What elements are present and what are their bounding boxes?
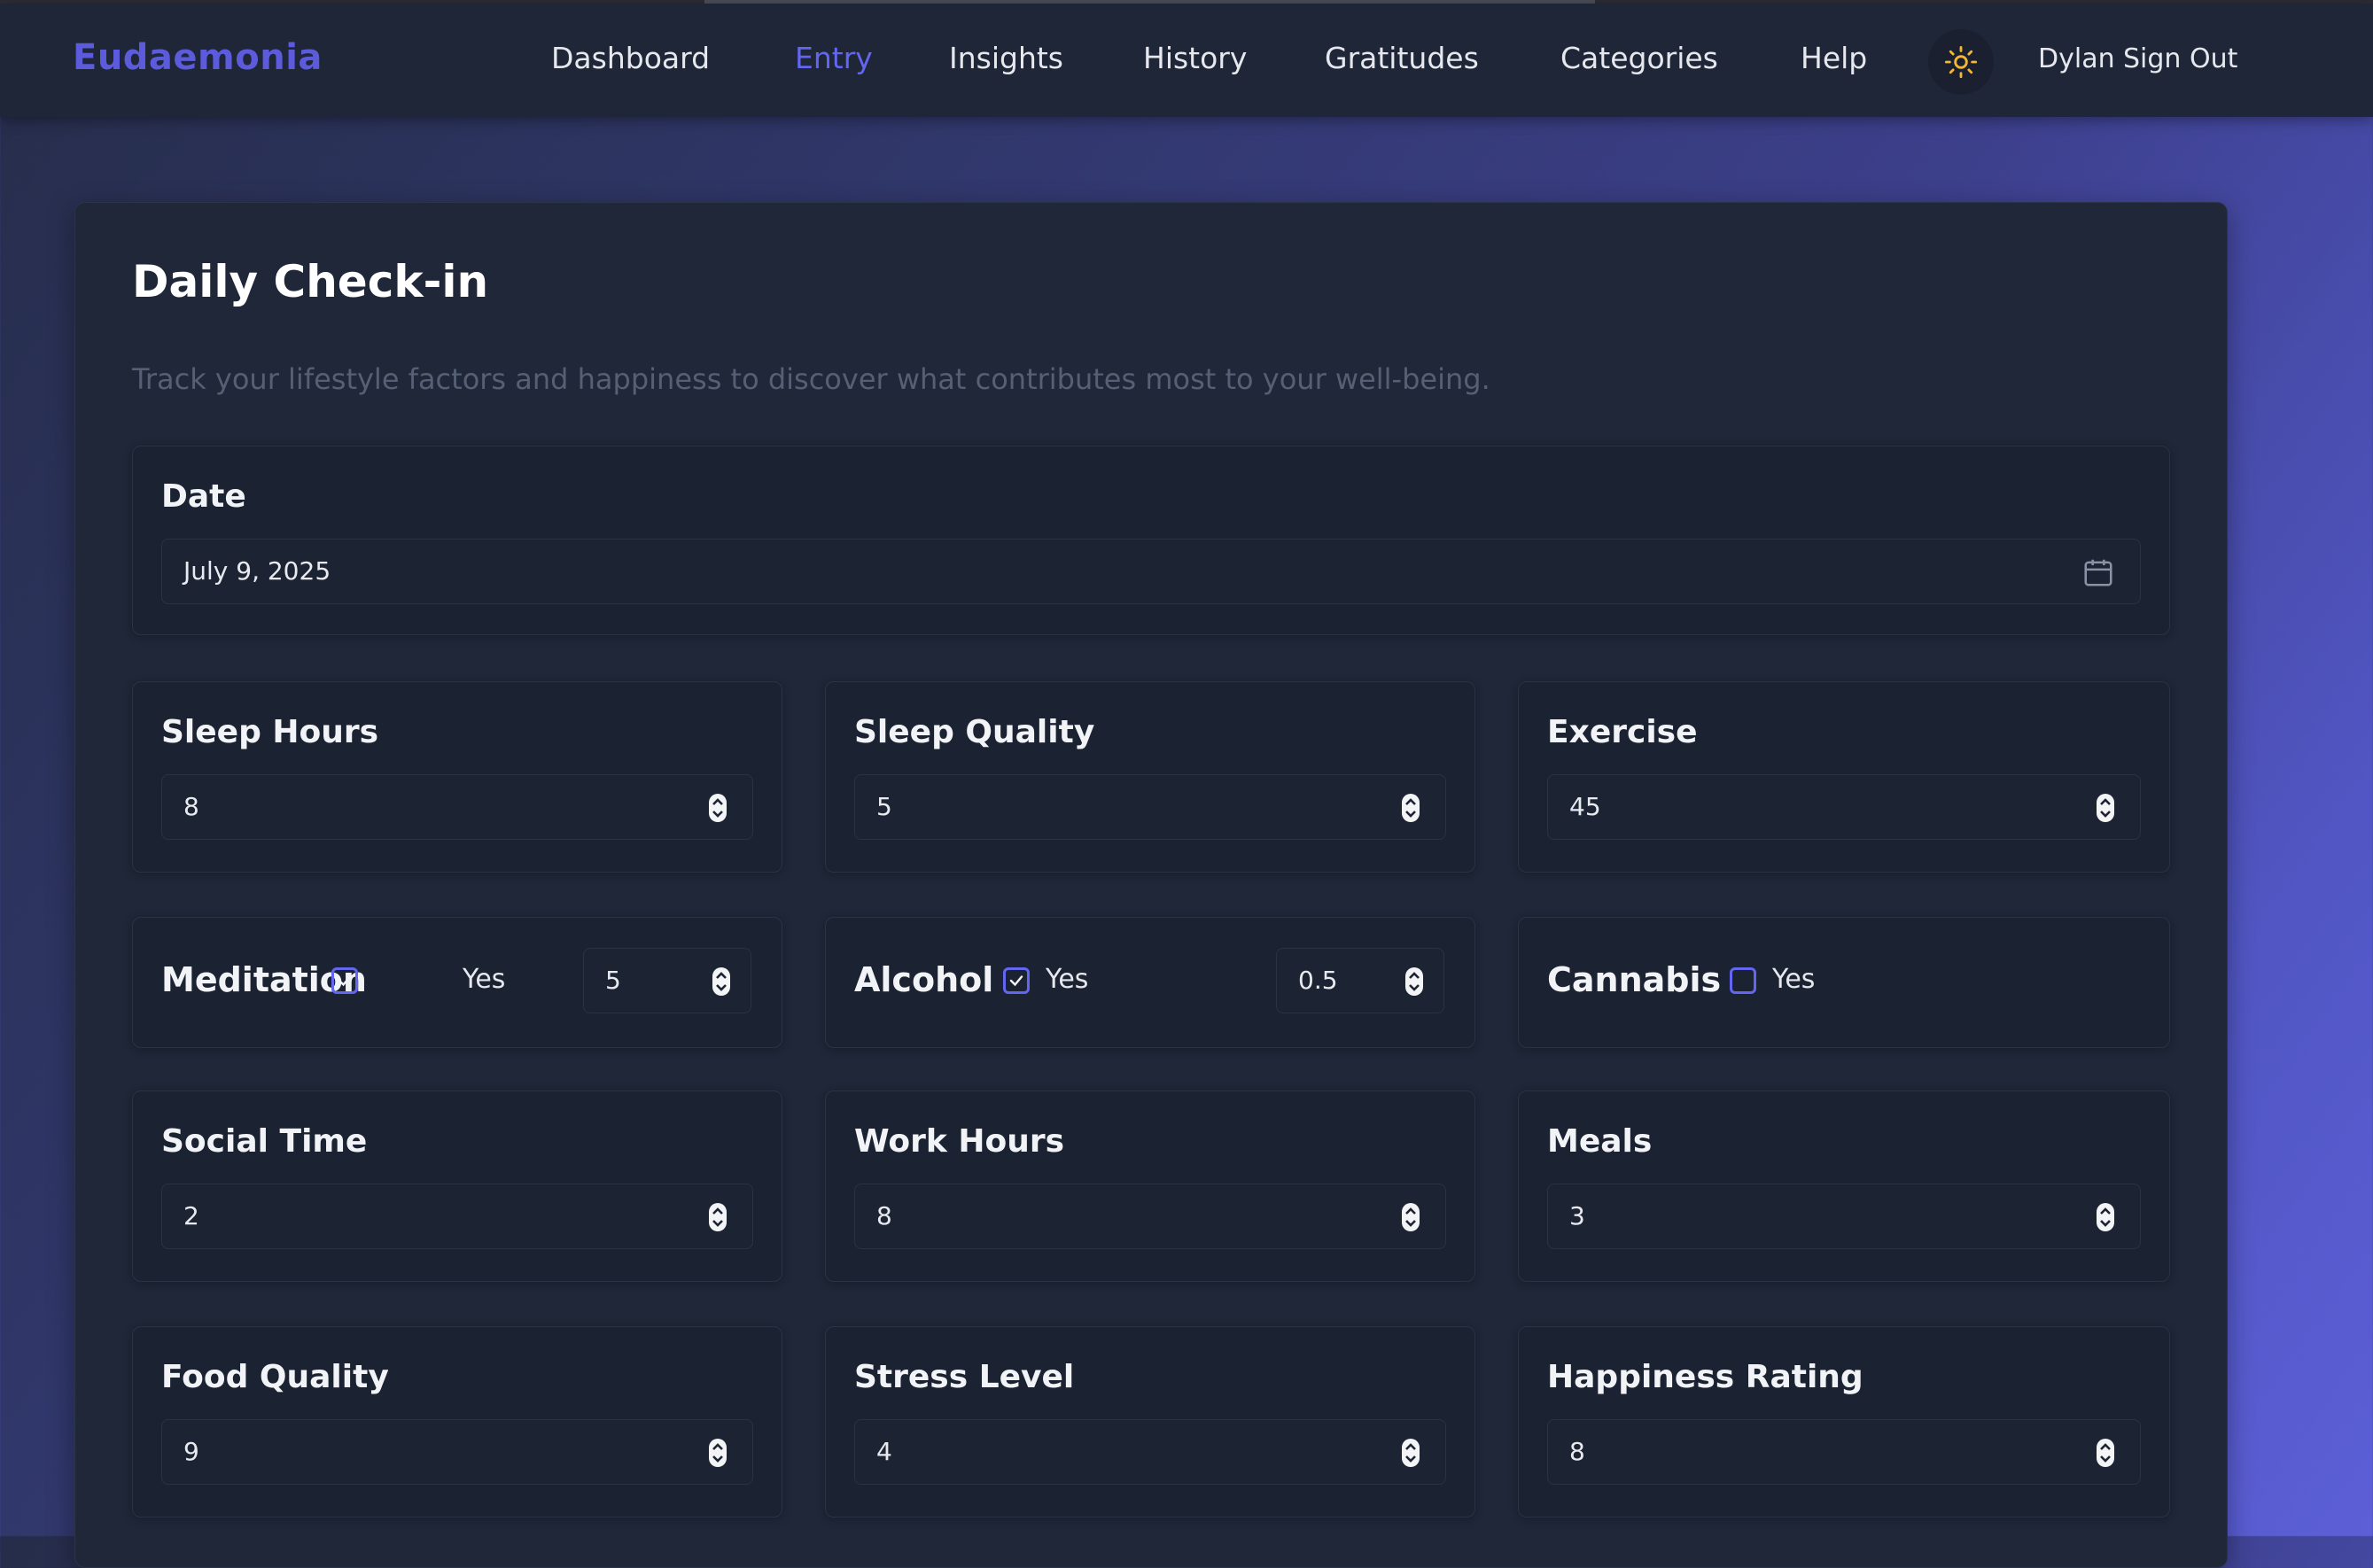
spinner-icon[interactable] — [1404, 966, 1424, 997]
nav-insights[interactable]: Insights — [949, 41, 1063, 75]
theme-toggle-button[interactable] — [1928, 29, 1994, 95]
happiness-rating-input[interactable]: 8 — [1547, 1419, 2141, 1485]
spinner-icon[interactable] — [1401, 1438, 1420, 1468]
spinner-icon[interactable] — [708, 1438, 727, 1468]
exercise-input[interactable]: 45 — [1547, 774, 2141, 840]
daily-checkin-card: Daily Check-in Track your lifestyle fact… — [74, 202, 2228, 1568]
stress-level-field: Stress Level 4 — [825, 1326, 1475, 1518]
spinner-icon[interactable] — [708, 1202, 727, 1232]
stress-level-label: Stress Level — [854, 1359, 1075, 1395]
spinner-icon[interactable] — [2096, 1438, 2115, 1468]
calendar-icon[interactable] — [2081, 555, 2115, 589]
meditation-field: Meditation Yes 5 — [132, 917, 782, 1048]
checkmark-icon — [1009, 975, 1023, 987]
sun-icon — [1944, 45, 1978, 79]
sleep-hours-input[interactable]: 8 — [161, 774, 753, 840]
cannabis-field: Cannabis Yes — [1518, 917, 2170, 1048]
alcohol-amount-input[interactable]: 0.5 — [1276, 948, 1444, 1013]
date-value: July 9, 2025 — [183, 556, 331, 586]
spinner-icon[interactable] — [2096, 1202, 2115, 1232]
meditation-checkbox[interactable] — [331, 967, 358, 994]
meals-value: 3 — [1569, 1201, 1585, 1230]
sleep-quality-field: Sleep Quality 5 — [825, 681, 1475, 873]
meals-field: Meals 3 — [1518, 1091, 2170, 1282]
exercise-label: Exercise — [1547, 714, 1698, 750]
date-label: Date — [161, 478, 246, 515]
food-quality-value: 9 — [183, 1437, 199, 1466]
sleep-quality-label: Sleep Quality — [854, 714, 1095, 750]
sleep-hours-label: Sleep Hours — [161, 714, 379, 750]
cannabis-checkbox[interactable] — [1730, 967, 1756, 994]
user-name: Dylan — [2038, 43, 2115, 74]
stress-level-input[interactable]: 4 — [854, 1419, 1446, 1485]
work-hours-value: 8 — [876, 1201, 892, 1230]
happiness-rating-value: 8 — [1569, 1437, 1585, 1466]
brand-logo[interactable]: Eudaemonia — [73, 37, 323, 78]
spinner-icon[interactable] — [712, 966, 731, 997]
spinner-icon[interactable] — [2096, 793, 2115, 823]
checkmark-icon — [338, 975, 352, 987]
work-hours-field: Work Hours 8 — [825, 1091, 1475, 1282]
page-subtitle: Track your lifestyle factors and happine… — [132, 362, 1490, 396]
exercise-value: 45 — [1569, 792, 1601, 821]
cannabis-yes-label: Yes — [1772, 964, 1816, 995]
spinner-icon[interactable] — [1401, 1202, 1420, 1232]
nav-help[interactable]: Help — [1801, 41, 1867, 75]
happiness-rating-label: Happiness Rating — [1547, 1359, 1863, 1395]
happiness-rating-field: Happiness Rating 8 — [1518, 1326, 2170, 1518]
exercise-field: Exercise 45 — [1518, 681, 2170, 873]
nav-gratitudes[interactable]: Gratitudes — [1325, 41, 1479, 75]
sleep-quality-value: 5 — [876, 792, 892, 821]
meditation-value: 5 — [605, 966, 621, 995]
spinner-icon[interactable] — [1401, 793, 1420, 823]
sign-out-button[interactable]: Sign Out — [2123, 43, 2237, 74]
cannabis-label: Cannabis — [1547, 960, 1722, 999]
meditation-yes-label: Yes — [463, 964, 506, 995]
alcohol-checkbox[interactable] — [1003, 967, 1030, 994]
social-time-value: 2 — [183, 1201, 199, 1230]
work-hours-label: Work Hours — [854, 1123, 1065, 1160]
meals-input[interactable]: 3 — [1547, 1184, 2141, 1249]
social-time-label: Social Time — [161, 1123, 368, 1160]
nav-categories[interactable]: Categories — [1560, 41, 1718, 75]
alcohol-field: Alcohol Yes 0.5 — [825, 917, 1475, 1048]
food-quality-label: Food Quality — [161, 1359, 389, 1395]
spinner-icon[interactable] — [708, 793, 727, 823]
navbar: Eudaemonia Dashboard Entry Insights Hist… — [0, 4, 2373, 117]
sleep-quality-input[interactable]: 5 — [854, 774, 1446, 840]
page-title: Daily Check-in — [132, 256, 489, 307]
work-hours-input[interactable]: 8 — [854, 1184, 1446, 1249]
meditation-minutes-input[interactable]: 5 — [583, 948, 751, 1013]
nav-dashboard[interactable]: Dashboard — [551, 41, 710, 75]
social-time-field: Social Time 2 — [132, 1091, 782, 1282]
stress-level-value: 4 — [876, 1437, 892, 1466]
food-quality-field: Food Quality 9 — [132, 1326, 782, 1518]
alcohol-yes-label: Yes — [1046, 964, 1089, 995]
food-quality-input[interactable]: 9 — [161, 1419, 753, 1485]
date-input[interactable]: July 9, 2025 — [161, 539, 2141, 604]
meals-label: Meals — [1547, 1123, 1653, 1160]
nav-entry[interactable]: Entry — [795, 41, 873, 75]
nav-history[interactable]: History — [1143, 41, 1247, 75]
social-time-input[interactable]: 2 — [161, 1184, 753, 1249]
alcohol-label: Alcohol — [854, 960, 994, 999]
sleep-hours-field: Sleep Hours 8 — [132, 681, 782, 873]
sleep-hours-value: 8 — [183, 792, 199, 821]
date-field: Date July 9, 2025 — [132, 446, 2170, 635]
alcohol-value: 0.5 — [1298, 966, 1338, 995]
